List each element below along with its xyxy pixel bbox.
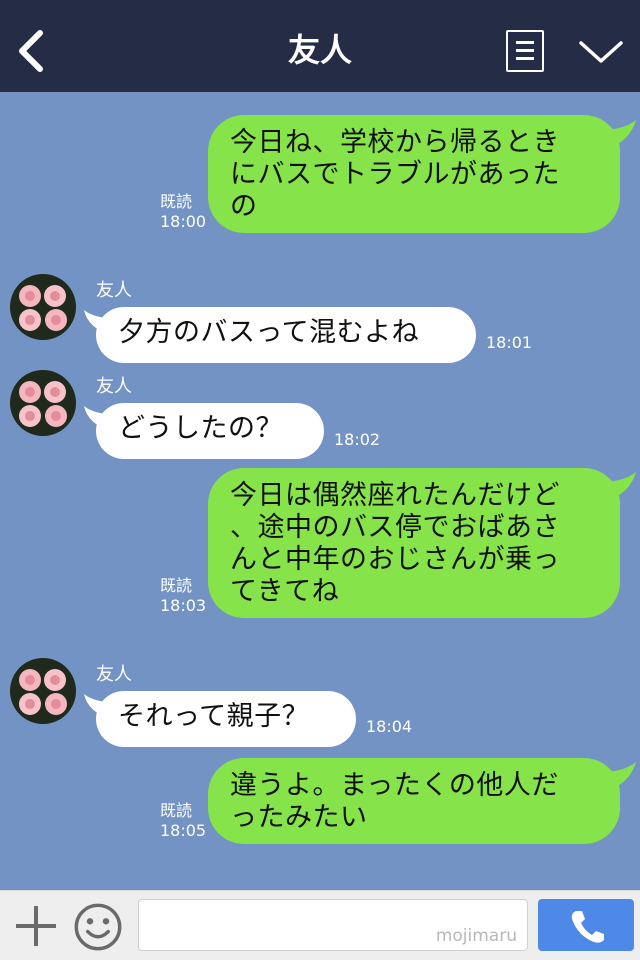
message-text: どうしたの？	[118, 413, 283, 444]
chat-title: 友人	[287, 31, 352, 69]
rose-avatar-icon	[19, 285, 67, 331]
timestamp: 18:04	[366, 717, 413, 736]
message-bubble-sent[interactable]: 違うよ。まったくの他人だ ったみたい	[208, 758, 620, 844]
message-line: の	[230, 191, 258, 222]
timestamp: 18:00	[160, 212, 207, 231]
rose-avatar-icon	[19, 381, 67, 427]
avatar[interactable]	[10, 658, 76, 724]
message-bubble-sent[interactable]: 今日は偶然座れたんだけど 、途中のバス停でおばあさ んと中年のおじさんが乗っ て…	[208, 468, 620, 618]
message-meta: 既読 18:03	[160, 576, 206, 616]
message-line: 今日ね、学校から帰るとき	[230, 127, 560, 158]
timestamp: 18:03	[160, 596, 207, 615]
timestamp: 18:02	[334, 430, 381, 449]
chat-header: 友人	[0, 0, 640, 92]
message-line: にバスでトラブルがあった	[230, 159, 560, 190]
rose-avatar-icon	[19, 669, 67, 715]
avatar[interactable]	[10, 370, 76, 436]
message-line: んと中年のおじさんが乗っ	[230, 544, 560, 575]
message-line: 今日は偶然座れたんだけど	[230, 480, 560, 511]
read-receipt: 既読	[160, 576, 193, 595]
message-text: 夕方のバスって混むよね	[118, 317, 420, 348]
notes-icon[interactable]	[506, 30, 544, 72]
message-text: それって親子？	[118, 701, 310, 732]
message-bubble-sent[interactable]: 今日ね、学校から帰るとき にバスでトラブルがあった の	[208, 115, 620, 233]
message-line: てきてね	[230, 576, 340, 607]
phone-icon	[571, 911, 604, 943]
sender-name: 友人	[96, 664, 132, 685]
sender-name: 友人	[96, 376, 132, 397]
input-bar: mojimaru	[0, 890, 640, 960]
message-meta: 既読 18:00	[160, 192, 206, 232]
message-meta: 既読 18:05	[160, 801, 206, 841]
sender-name: 友人	[96, 280, 132, 301]
timestamp: 18:05	[160, 821, 207, 840]
chat-area[interactable]: 今日ね、学校から帰るとき にバスでトラブルがあった の 既読 18:00 友人 …	[0, 92, 640, 890]
message-bubble-received[interactable]: 夕方のバスって混むよね	[96, 307, 476, 363]
message-line: 、途中のバス停でおばあさ	[230, 512, 560, 543]
message-bubble-received[interactable]: それって親子？	[96, 691, 356, 747]
chevron-down-icon[interactable]	[578, 38, 624, 66]
watermark: mojimaru	[435, 926, 517, 946]
avatar[interactable]	[10, 274, 76, 340]
message-input[interactable]: mojimaru	[138, 899, 528, 951]
message-bubble-received[interactable]: どうしたの？	[96, 403, 324, 459]
emoji-icon[interactable]	[74, 903, 122, 951]
timestamp: 18:01	[486, 333, 533, 352]
read-receipt: 既読	[160, 192, 193, 211]
message-line: 違うよ。まったくの他人だ	[230, 770, 559, 801]
message-line: ったみたい	[230, 802, 368, 833]
call-button[interactable]	[538, 899, 634, 951]
read-receipt: 既読	[160, 801, 193, 820]
